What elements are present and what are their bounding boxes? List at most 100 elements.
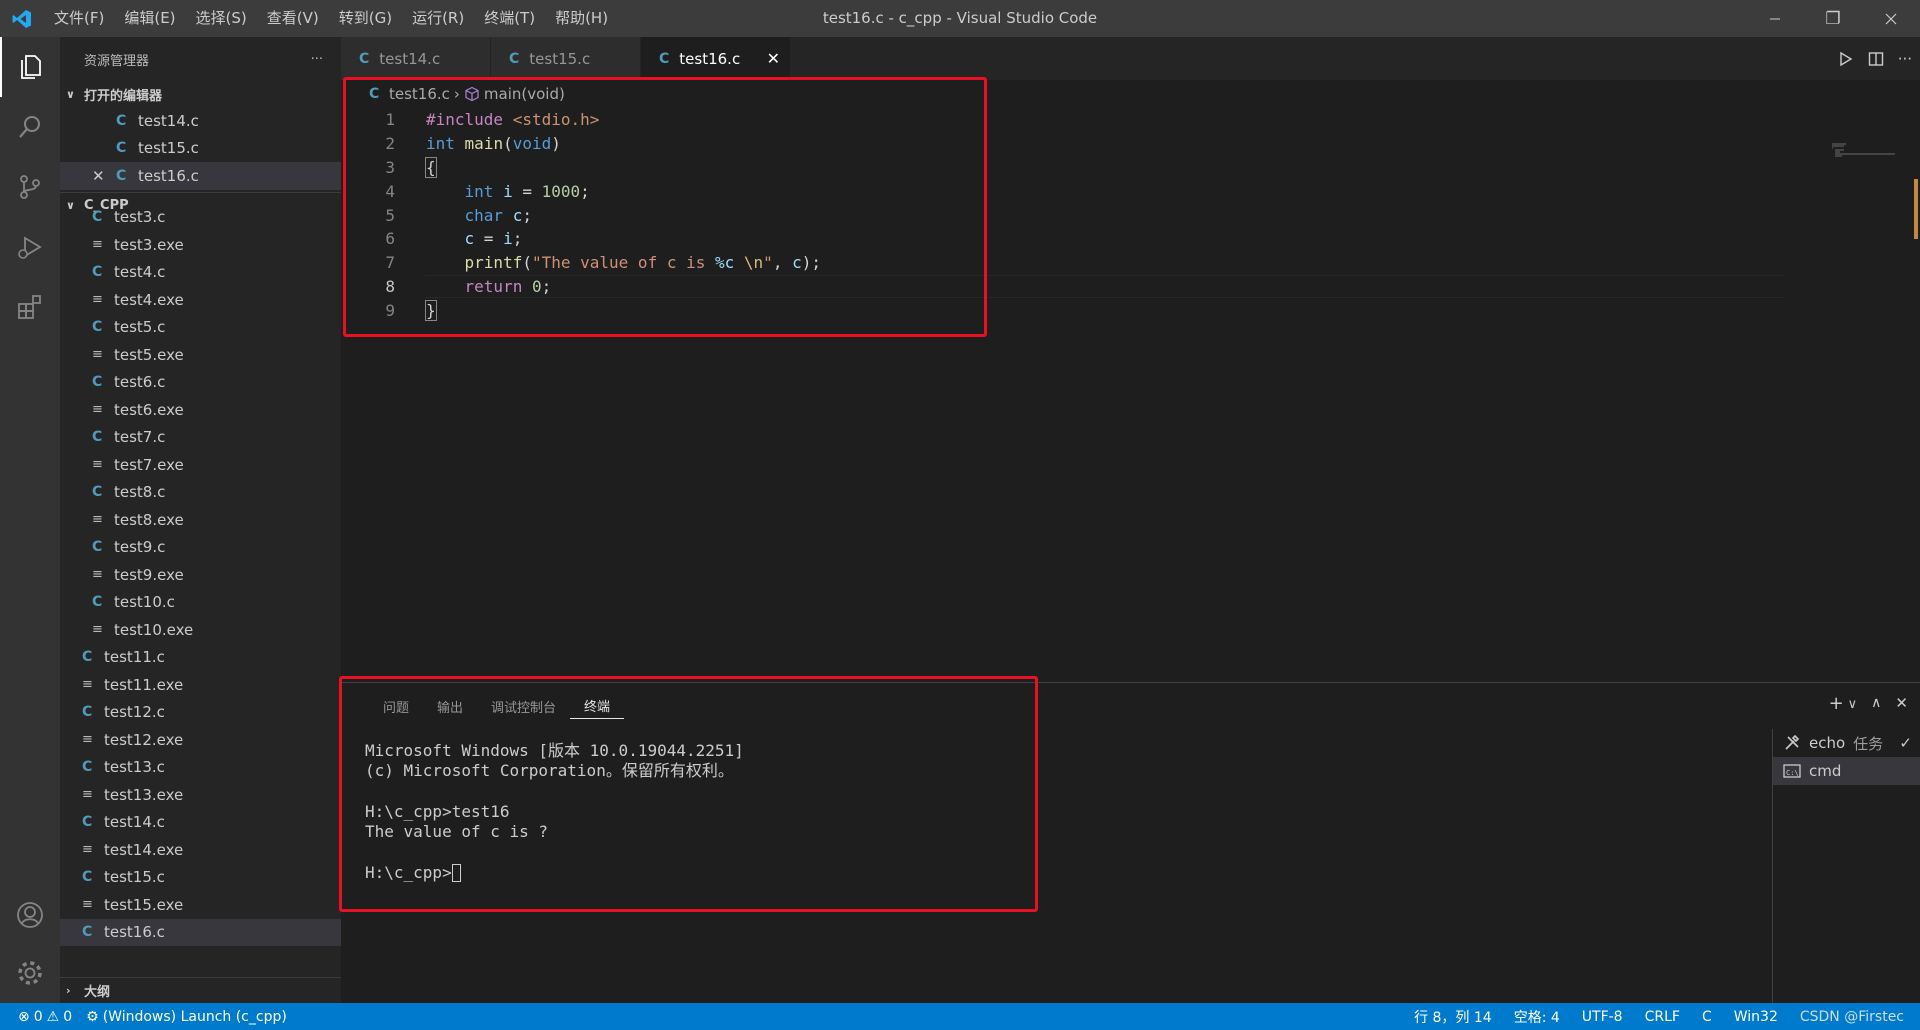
- c-file-icon: C: [82, 869, 93, 886]
- breadcrumb-symbol[interactable]: main(void): [484, 85, 565, 103]
- menu-terminal[interactable]: 终端(T): [474, 0, 545, 37]
- exe-file-icon: ≡: [82, 842, 93, 858]
- terminal-item-label: cmd: [1809, 762, 1842, 780]
- file-tree-item[interactable]: ≡ test5.exe: [60, 341, 341, 369]
- file-tree-item[interactable]: Ctest16.c: [60, 918, 341, 946]
- file-tree-item[interactable]: Ctest6.c: [60, 369, 341, 397]
- menu-help[interactable]: 帮助(H): [545, 0, 618, 37]
- file-tree-item[interactable]: ≡ test12.exe: [60, 726, 341, 754]
- file-tree-item[interactable]: ≡ test10.exe: [60, 616, 341, 644]
- file-tree-item[interactable]: ≡ test3.exe: [60, 231, 341, 259]
- cursor-position[interactable]: 行 8，列 14: [1414, 1007, 1492, 1027]
- new-terminal-icon[interactable]: +: [1829, 693, 1844, 714]
- explorer-activity[interactable]: [0, 37, 60, 97]
- tab-output[interactable]: 输出: [423, 683, 477, 729]
- extensions-activity[interactable]: [0, 277, 60, 337]
- language-mode[interactable]: C: [1702, 1009, 1712, 1025]
- file-tree-item[interactable]: ≡ test6.exe: [60, 396, 341, 424]
- file-tree-item[interactable]: Ctest15.c: [60, 864, 341, 892]
- c-file-icon: C: [92, 539, 103, 556]
- restore-button[interactable]: ❐: [1804, 0, 1862, 37]
- accounts-activity[interactable]: [0, 885, 60, 945]
- menu-run[interactable]: 运行(R): [402, 0, 474, 37]
- file-tree-item[interactable]: ≡ test11.exe: [60, 671, 341, 699]
- more-actions-icon[interactable]: ···: [1898, 50, 1912, 68]
- file-tree-item[interactable]: ≡ test4.exe: [60, 286, 341, 314]
- menu-go[interactable]: 转到(G): [329, 0, 402, 37]
- file-tree-item[interactable]: Ctest5.c: [60, 314, 341, 342]
- check-icon: ✓: [1899, 734, 1912, 752]
- file-tree-item[interactable]: ≡ test8.exe: [60, 506, 341, 534]
- tab-test14[interactable]: C test14.c: [341, 37, 491, 80]
- close-icon[interactable]: ✕: [92, 167, 116, 185]
- source-control-activity[interactable]: [0, 157, 60, 217]
- editor-area: C test14.c C test15.c C test16.c ✕ ··· C…: [341, 37, 1920, 682]
- vertical-scrollbar[interactable]: [1906, 143, 1920, 673]
- tab-test15[interactable]: C test15.c: [491, 37, 641, 80]
- menu-file[interactable]: 文件(F): [44, 0, 114, 37]
- file-tree-item[interactable]: Ctest11.c: [60, 644, 341, 672]
- file-tree-item[interactable]: Ctest8.c: [60, 479, 341, 507]
- indentation[interactable]: 空格: 4: [1514, 1007, 1560, 1027]
- open-editor-item[interactable]: C test14.c: [60, 107, 341, 135]
- run-icon[interactable]: [1838, 51, 1854, 67]
- code-editor[interactable]: 1 #include <stdio.h> 2 int main(void) 3{ 4…: [341, 108, 1920, 322]
- tab-problems[interactable]: 问题: [369, 683, 423, 729]
- file-tree-item[interactable]: Ctest13.c: [60, 754, 341, 782]
- tab-debug-console[interactable]: 调试控制台: [477, 683, 570, 729]
- tab-test16[interactable]: C test16.c ✕: [641, 37, 791, 80]
- search-activity[interactable]: [0, 97, 60, 157]
- menu-selection[interactable]: 选择(S): [186, 0, 257, 37]
- c-file-icon: C: [369, 86, 380, 102]
- maximize-panel-icon[interactable]: ∧: [1871, 695, 1881, 714]
- account-icon: [17, 902, 43, 928]
- run-debug-activity[interactable]: [0, 217, 60, 277]
- file-tree-item[interactable]: Ctest7.c: [60, 424, 341, 452]
- code-line: 5 char c;: [341, 203, 1920, 227]
- tab-terminal[interactable]: 终端: [570, 693, 625, 719]
- terminal-item-echo[interactable]: echo 任务 ✓: [1773, 729, 1920, 757]
- file-tree-item[interactable]: ≡ test14.exe: [60, 836, 341, 864]
- problems-status[interactable]: ⊗ 0 ⚠ 0: [18, 1009, 72, 1025]
- close-panel-icon[interactable]: ✕: [1895, 694, 1908, 714]
- minimize-button[interactable]: [1746, 0, 1804, 37]
- line-number: 1: [385, 110, 395, 130]
- open-editor-label: test15.c: [138, 139, 199, 158]
- close-window-button[interactable]: [1862, 0, 1920, 37]
- line-number: 7: [385, 253, 395, 273]
- file-tree-item[interactable]: ≡ test15.exe: [60, 891, 341, 919]
- file-tree-label: test5.c: [114, 318, 166, 337]
- more-actions-icon[interactable]: ···: [311, 52, 323, 67]
- file-tree-item[interactable]: ≡ test13.exe: [60, 781, 341, 809]
- platform[interactable]: Win32: [1734, 1009, 1778, 1025]
- open-editor-label: test14.c: [138, 111, 199, 130]
- file-tree-item[interactable]: Ctest4.c: [60, 259, 341, 287]
- file-tree-item[interactable]: Ctest12.c: [60, 699, 341, 727]
- file-tree-item[interactable]: Ctest9.c: [60, 534, 341, 562]
- file-tree-item[interactable]: ≡ test7.exe: [60, 451, 341, 479]
- manage-activity[interactable]: [0, 943, 60, 1003]
- file-tree-item[interactable]: Ctest10.c: [60, 589, 341, 617]
- open-editor-item-active[interactable]: ✕ C test16.c: [60, 162, 341, 190]
- terminal-line: H:\c_cpp>: [365, 862, 452, 882]
- encoding[interactable]: UTF-8: [1582, 1009, 1623, 1025]
- exe-file-icon: ≡: [92, 512, 103, 528]
- breadcrumb-file[interactable]: test16.c: [389, 85, 450, 103]
- chevron-down-icon[interactable]: ∨: [1848, 697, 1858, 714]
- file-tree-item[interactable]: ≡ test9.exe: [60, 561, 341, 589]
- outline-section[interactable]: › 大纲: [60, 977, 341, 1003]
- menu-edit[interactable]: 编辑(E): [114, 0, 185, 37]
- terminal-item-cmd[interactable]: C:\ cmd: [1773, 757, 1920, 785]
- file-tree-item[interactable]: ≡test16.exe: [60, 946, 341, 950]
- open-editor-item[interactable]: C test15.c: [60, 135, 341, 163]
- menu-view[interactable]: 查看(V): [257, 0, 329, 37]
- editor-tabs: C test14.c C test15.c C test16.c ✕ ···: [341, 37, 1920, 80]
- file-tree-item[interactable]: Ctest14.c: [60, 809, 341, 837]
- close-tab-icon[interactable]: ✕: [767, 49, 780, 68]
- open-editors-section[interactable]: ∨ 打开的编辑器: [60, 81, 341, 107]
- file-tree-label: test10.exe: [114, 620, 194, 639]
- split-editor-icon[interactable]: [1868, 51, 1884, 67]
- line-ending[interactable]: CRLF: [1645, 1009, 1680, 1025]
- launch-config-status[interactable]: ⚙ (Windows) Launch (c_cpp): [86, 1009, 287, 1025]
- terminal-output[interactable]: Microsoft Windows [版本 10.0.19044.2251] (c…: [365, 741, 744, 883]
